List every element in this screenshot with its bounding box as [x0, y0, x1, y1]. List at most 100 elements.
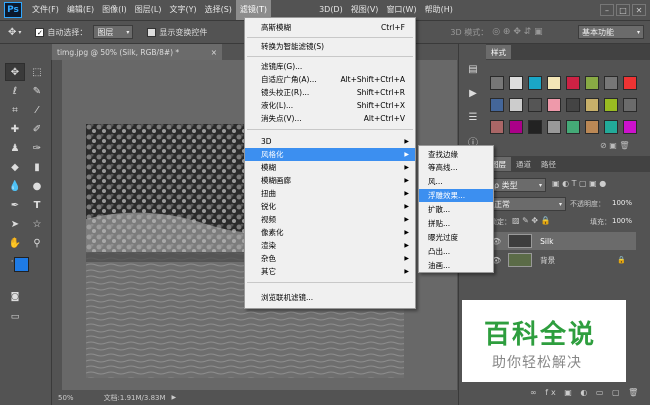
menu-item-pixelate[interactable]: 像素化 ▶ [245, 226, 415, 239]
zoom-tool-icon[interactable]: ⚲ [27, 234, 47, 252]
workspace-dropdown[interactable]: 基本功能 ▾ [578, 25, 644, 39]
menu-layer[interactable]: 图层(L) [131, 0, 166, 20]
menu-file[interactable]: 文件(F) [28, 0, 63, 20]
path-select-icon[interactable]: ➤ [5, 215, 25, 233]
marquee-tool-icon[interactable]: ⬚ [27, 63, 47, 81]
menu-item-video[interactable]: 视频 ▶ [245, 213, 415, 226]
style-swatch[interactable] [528, 98, 542, 112]
menu-item-blur[interactable]: 模糊 ▶ [245, 161, 415, 174]
minimize-button[interactable]: – [600, 4, 614, 16]
menu-item-3d[interactable]: 3D ▶ [245, 135, 415, 148]
style-swatch[interactable] [566, 76, 580, 90]
style-swatch[interactable] [490, 76, 504, 90]
gradient-icon[interactable]: ▮ [27, 158, 47, 176]
style-swatch[interactable] [585, 76, 599, 90]
style-swatch[interactable] [566, 98, 580, 112]
style-swatch[interactable] [547, 120, 561, 134]
style-swatch[interactable] [509, 76, 523, 90]
clone-stamp-icon[interactable]: ♟ [5, 139, 25, 157]
type-tool-icon[interactable]: T [27, 196, 47, 214]
menu-type[interactable]: 文字(Y) [165, 0, 200, 20]
history-icon[interactable]: ▤ [463, 60, 483, 78]
style-swatch[interactable] [604, 120, 618, 134]
style-swatch[interactable] [585, 120, 599, 134]
quick-select-icon[interactable]: ✎ [27, 82, 47, 100]
chevron-right-icon[interactable]: ▶ [172, 394, 177, 401]
tab-channels[interactable]: 通道 [511, 157, 536, 171]
layer-row-silk[interactable]: 👁 Silk [486, 232, 636, 250]
crop-tool-icon[interactable]: ⌗ [5, 101, 25, 119]
submenu-item-tiles[interactable]: 拼贴... [419, 217, 493, 230]
style-swatch[interactable] [528, 120, 542, 134]
actions-icon[interactable]: ▶ [463, 84, 483, 102]
menu-image[interactable]: 图像(I) [98, 0, 131, 20]
tab-paths[interactable]: 路径 [536, 157, 561, 171]
menu-item-sharpen[interactable]: 锐化 ▶ [245, 200, 415, 213]
pen-tool-icon[interactable]: ✒ [5, 196, 25, 214]
move-tool-icon[interactable]: ✥ [5, 63, 25, 81]
submenu-item-oil-paint[interactable]: 油画... [419, 259, 493, 272]
blend-mode-dropdown[interactable]: 正常 ▾ [490, 197, 566, 211]
layer-name[interactable]: 背景 [540, 255, 555, 266]
style-swatch[interactable] [490, 98, 504, 112]
shape-tool-icon[interactable]: ☆ [27, 215, 47, 233]
lasso-tool-icon[interactable]: ℓ [5, 82, 25, 100]
menu-help[interactable]: 帮助(H) [421, 0, 457, 20]
3d-mode-icons[interactable]: ◎ ⊕ ✥ ⇵ ▣ [492, 27, 542, 37]
blur-tool-icon[interactable]: 💧 [5, 177, 25, 195]
submenu-item-contour[interactable]: 等高线... [419, 161, 493, 174]
menu-item-other[interactable]: 其它 ▶ [245, 265, 415, 278]
eraser-icon[interactable]: ◆ [5, 158, 25, 176]
style-swatch[interactable] [585, 98, 599, 112]
submenu-item-wind[interactable]: 风... [419, 175, 493, 188]
close-button[interactable]: ✕ [632, 4, 646, 16]
style-swatch[interactable] [604, 98, 618, 112]
transform-controls-checkbox[interactable] [147, 27, 157, 37]
styles-panel-buttons[interactable]: ⊘ ▣ 🗑 [600, 141, 630, 150]
layer-row-background[interactable]: 👁 背景 🔒 [486, 251, 636, 269]
menu-item-gaussian-blur[interactable]: 高斯模糊 Ctrl+F [245, 21, 415, 34]
lock-icons[interactable]: ▨ ✎ ✥ 🔒 [512, 216, 551, 225]
submenu-item-find-edges[interactable]: 查找边缘 [419, 148, 493, 161]
move-tool-icon[interactable]: ✥ [8, 27, 16, 38]
opacity-value[interactable]: 100% [612, 199, 632, 207]
menu-item-blur-gallery[interactable]: 模糊画廊 ▶ [245, 174, 415, 187]
foreground-color-swatch[interactable] [14, 257, 29, 272]
submenu-item-emboss[interactable]: 浮雕效果... [419, 189, 493, 202]
style-swatch[interactable] [547, 98, 561, 112]
screen-mode-icon[interactable]: ▭ [5, 308, 25, 326]
style-swatch[interactable] [623, 120, 637, 134]
style-swatch[interactable] [509, 120, 523, 134]
menu-select[interactable]: 选择(S) [201, 0, 236, 20]
maximize-button[interactable]: □ [616, 4, 630, 16]
menu-item-adaptive-wide-angle[interactable]: 自适应广角(A)... Alt+Shift+Ctrl+A [245, 73, 415, 86]
menu-item-convert-smart-filter[interactable]: 转换为智能滤镜(S) [245, 40, 415, 53]
history-brush-icon[interactable]: ✑ [27, 139, 47, 157]
menu-item-stylize[interactable]: 风格化 ▶ [245, 148, 415, 161]
style-swatch[interactable] [566, 120, 580, 134]
menu-item-noise[interactable]: 杂色 ▶ [245, 252, 415, 265]
style-swatch[interactable] [623, 98, 637, 112]
close-icon[interactable]: × [211, 48, 217, 57]
fill-value[interactable]: 100% [612, 217, 632, 225]
quick-mask-icon[interactable]: ◙ [5, 288, 25, 306]
menu-item-render[interactable]: 渲染 ▶ [245, 239, 415, 252]
eyedropper-icon[interactable]: ⁄ [27, 101, 47, 119]
layer-kind-filter[interactable]: ρ 类型 ▾ [490, 178, 546, 192]
document-tab[interactable]: timg.jpg @ 50% (Silk, RGB/8#) * × [52, 44, 222, 60]
menu-edit[interactable]: 编辑(E) [63, 0, 98, 20]
brush-tool-icon[interactable]: ✐ [27, 120, 47, 138]
auto-select-dropdown[interactable]: 图层 ▾ [93, 25, 134, 39]
style-swatch[interactable] [547, 76, 561, 90]
menu-item-lens-correction[interactable]: 镜头校正(R)... Shift+Ctrl+R [245, 86, 415, 99]
style-swatch[interactable] [528, 76, 542, 90]
zoom-level[interactable]: 50% [58, 394, 74, 402]
menu-item-liquify[interactable]: 液化(L)... Shift+Ctrl+X [245, 99, 415, 112]
dodge-tool-icon[interactable]: ● [27, 177, 47, 195]
submenu-item-diffuse[interactable]: 扩散... [419, 203, 493, 216]
menu-item-filter-gallery[interactable]: 滤镜库(G)... [245, 60, 415, 73]
menu-item-browse-online-filters[interactable]: 浏览联机滤镜... [245, 291, 415, 304]
submenu-item-extrude[interactable]: 凸出... [419, 245, 493, 258]
hand-tool-icon[interactable]: ✋ [5, 234, 25, 252]
healing-brush-icon[interactable]: ✚ [5, 120, 25, 138]
